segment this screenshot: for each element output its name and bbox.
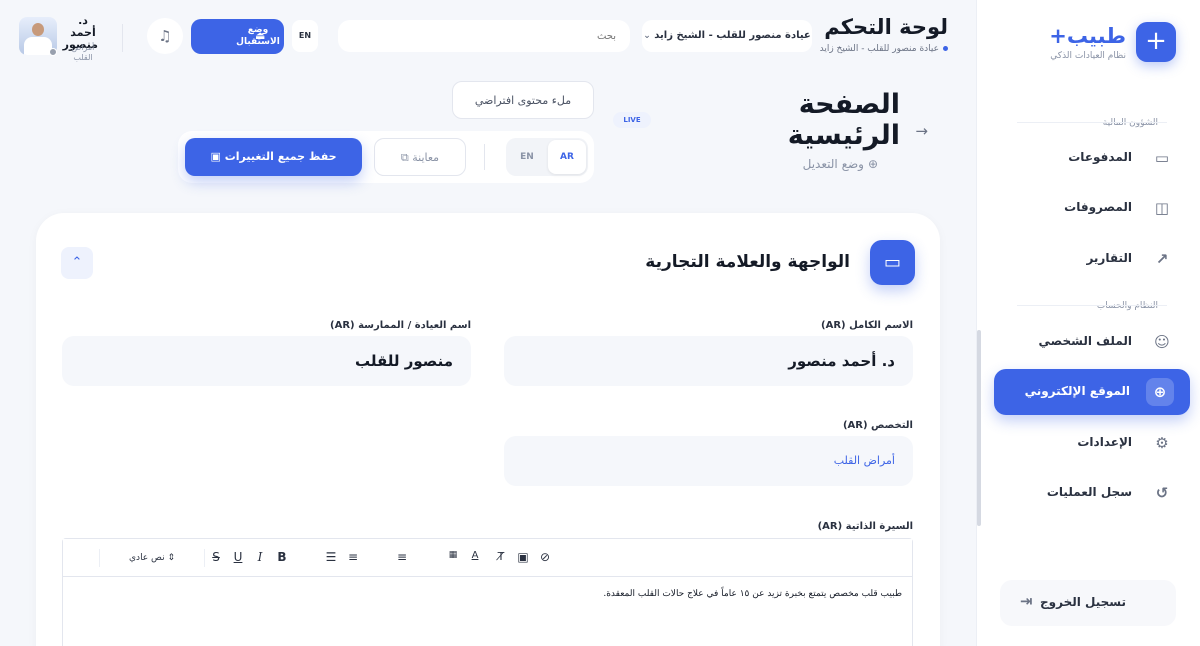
logout-button[interactable]: تسجيل الخروج ⇥ <box>1000 580 1176 626</box>
clinic-name-label: اسم العيادة / الممارسة (AR) <box>330 320 471 331</box>
bio-label: السيرة الذاتية (AR) <box>817 521 913 532</box>
header-subtitle-text: عيادة منصور للقلب - الشيخ زايد <box>819 44 939 54</box>
search-input[interactable] <box>338 20 630 52</box>
full-name-label: الاسم الكامل (AR) <box>821 320 913 331</box>
align-right-icon[interactable]: ≡ <box>394 550 410 564</box>
clinic-select-value: عيادة منصور للقلب - الشيخ زايد <box>654 30 811 41</box>
bold-icon[interactable]: B <box>274 550 290 564</box>
brand-plus-icon[interactable]: + <box>1136 22 1176 62</box>
card-icon: ▭ <box>1154 149 1170 167</box>
full-name-field[interactable]: د. أحمد منصور <box>504 336 913 386</box>
specialty-field[interactable]: أمراض القلب <box>504 436 913 486</box>
fill-default-content-button[interactable]: ملء محتوى افتراضي <box>452 81 594 119</box>
bell-desk-icon: ⏏ <box>255 29 266 42</box>
toolbar-divider <box>484 144 485 170</box>
logout-label: تسجيل الخروج <box>1040 595 1126 609</box>
sidebar-scrollbar[interactable] <box>977 330 981 526</box>
page-header-title: لوحة التحكم <box>824 15 948 39</box>
notifications-bell-icon[interactable]: ♫ <box>147 18 183 54</box>
edit-mode-label: وضع التعديل <box>802 157 864 171</box>
sidebar-item-label: المدفوعات <box>1068 150 1132 164</box>
section-title-finance: الشؤون المالية <box>1102 118 1158 128</box>
sidebar-item-website[interactable]: ⊕ الموقع الإلكتروني <box>994 369 1190 415</box>
italic-icon[interactable]: I <box>252 550 268 564</box>
avatar-coat <box>24 37 52 55</box>
save-all-label: حفظ جميع التغييرات <box>224 150 337 163</box>
chevron-down-icon: ⌄ <box>643 31 651 41</box>
card-title: الواجهة والعلامة التجارية <box>645 252 850 272</box>
preview-button[interactable]: معاينة ⧉ <box>374 138 466 176</box>
clear-color-icon[interactable]: ▦ <box>445 550 461 560</box>
section-title-system: النظام والحساب <box>1096 301 1158 311</box>
page-title: الصفحة الرئيسية <box>787 89 900 151</box>
gear-icon: ⚙ <box>1155 434 1169 452</box>
section-divider <box>1017 122 1167 123</box>
underline-icon[interactable]: U <box>230 550 246 564</box>
text-style-select[interactable]: نص عادي ⇕ <box>99 549 205 567</box>
sidebar-item-reports[interactable]: ↗ التقارير <box>996 236 1192 282</box>
clinic-name-field[interactable]: منصور للقلب <box>62 336 471 386</box>
lang-en-tab[interactable]: EN <box>508 140 546 174</box>
link-icon[interactable]: ⊘ <box>537 550 553 564</box>
header-divider <box>122 24 123 52</box>
image-icon[interactable]: ▣ <box>515 550 531 564</box>
brand-name: طبيب+ <box>1049 24 1126 48</box>
text-color-icon[interactable]: A <box>467 550 483 561</box>
sidebar: + طبيب+ نظام العيادات الذكي الشؤون المال… <box>976 0 1200 646</box>
clear-format-icon[interactable]: T̸ <box>493 550 509 563</box>
numbered-list-icon[interactable]: ≡ <box>345 550 361 564</box>
sidebar-item-expenses[interactable]: ◫ المصروفات <box>996 185 1192 231</box>
bullet-list-icon[interactable]: ☰ <box>323 550 339 564</box>
globe-icon: ⊕ <box>867 157 878 171</box>
sidebar-item-label: الملف الشخصي <box>1038 334 1132 348</box>
sidebar-item-profile[interactable]: ☺ الملف الشخصي <box>996 319 1192 365</box>
sidebar-item-payments[interactable]: ▭ المدفوعات <box>996 135 1192 181</box>
specialty-label: التخصص (AR) <box>842 420 913 431</box>
presence-dot <box>49 48 57 56</box>
lang-ar-tab[interactable]: AR <box>548 140 586 174</box>
bio-rich-text-editor[interactable]: نص عادي ⇕ S U I B ☰ ≡ ≡ ▦ A T̸ ▣ ⊘ طبيب … <box>62 538 913 646</box>
live-badge: LIVE <box>613 112 651 128</box>
bio-text[interactable]: طبيب قلب مخصص يتمتع بخبرة تزيد عن ١٥ عام… <box>603 589 902 599</box>
text-style-value: نص عادي <box>129 553 165 563</box>
reception-mode-button[interactable]: وضع الاستقبال ⏏ <box>191 19 284 54</box>
edit-mode-row: ⊕وضع التعديل <box>803 157 878 171</box>
status-dot <box>943 46 948 51</box>
top-header: لوحة التحكم عيادة منصور للقلب - الشيخ زا… <box>0 0 976 76</box>
sidebar-item-label: المصروفات <box>1064 200 1132 214</box>
language-toggle[interactable]: EN <box>292 20 318 52</box>
clinic-select[interactable]: عيادة منصور للقلب - الشيخ زايد ⌄ <box>642 20 812 52</box>
globe-icon: ⊕ <box>1146 378 1174 406</box>
preview-label: معاينة <box>412 151 440 164</box>
header-subtitle: عيادة منصور للقلب - الشيخ زايد <box>820 44 948 54</box>
save-all-button[interactable]: حفظ جميع التغييرات ▣ <box>185 138 362 176</box>
section-divider <box>1017 305 1167 306</box>
brand-subtitle: نظام العيادات الذكي <box>1050 51 1126 61</box>
sidebar-item-label: التقارير <box>1086 251 1132 265</box>
save-icon: ▣ <box>210 150 221 163</box>
rich-text-toolbar: نص عادي ⇕ S U I B ☰ ≡ ≡ ▦ A T̸ ▣ ⊘ <box>63 539 912 577</box>
collapse-chevron-up-icon[interactable]: ⌃ <box>61 247 93 279</box>
sidebar-item-settings[interactable]: ⚙ الإعدادات <box>996 420 1192 466</box>
sidebar-item-label: الموقع الإلكتروني <box>1024 384 1130 398</box>
avatar-head <box>32 23 44 36</box>
wallet-icon: ◫ <box>1154 199 1170 217</box>
external-link-icon: ⧉ <box>400 151 409 164</box>
logout-icon: ⇥ <box>1020 592 1033 610</box>
sidebar-item-label: سجل العمليات <box>1046 485 1132 499</box>
back-arrow-icon[interactable]: → <box>915 122 928 140</box>
sidebar-item-audit-log[interactable]: ↺ سجل العمليات <box>996 470 1192 516</box>
sidebar-item-label: الإعدادات <box>1077 435 1132 449</box>
trend-icon: ↗ <box>1155 250 1169 268</box>
user-role: أمراض القلب <box>71 43 95 62</box>
content-language-segment: AR EN <box>506 138 588 176</box>
history-icon: ↺ <box>1155 484 1169 502</box>
strikethrough-icon[interactable]: S <box>208 550 224 564</box>
user-icon: ☺ <box>1154 333 1170 351</box>
monitor-icon: ▭ <box>870 240 915 285</box>
